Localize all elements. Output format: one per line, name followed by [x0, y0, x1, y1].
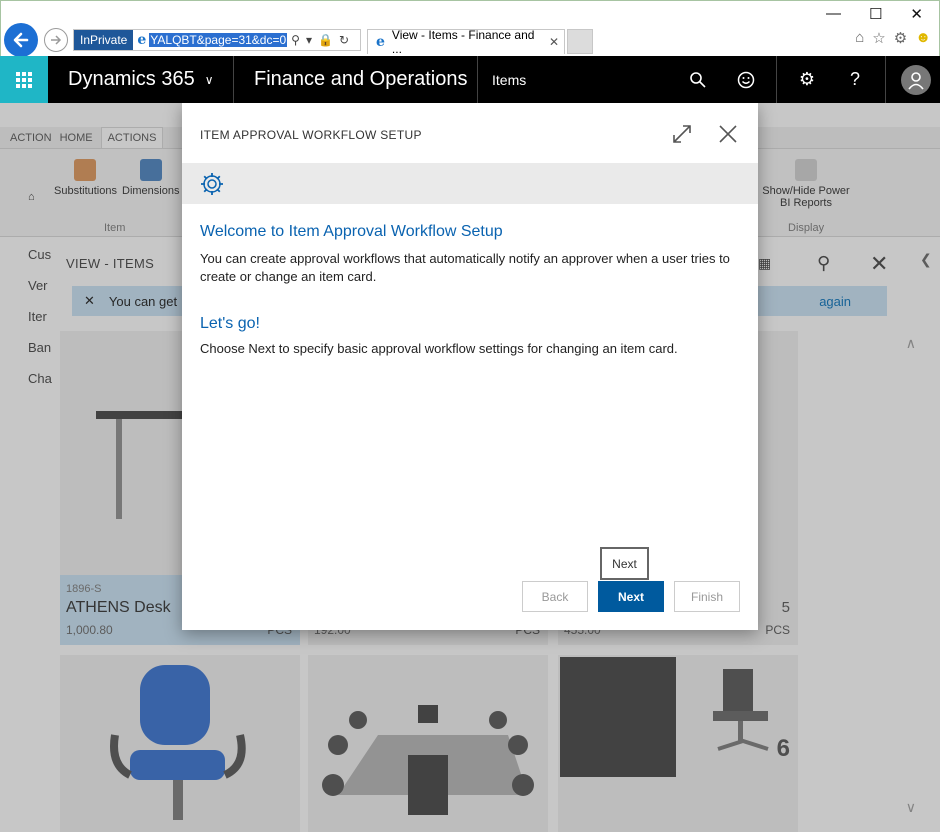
settings-gear-icon[interactable]: ⚙	[894, 29, 907, 47]
arrow-left-icon	[13, 32, 29, 48]
tab-title: View - Items - Finance and ...	[391, 28, 535, 56]
brand-label: Dynamics 365	[68, 68, 195, 90]
favorites-icon[interactable]: ☆	[872, 29, 885, 47]
module-title: Finance and Operations	[234, 56, 478, 103]
window-controls: — ☐ ✕	[826, 5, 923, 23]
gear-icon: ⚙	[798, 69, 816, 89]
refresh-icon[interactable]: ↻	[339, 33, 349, 47]
app-navbar: Dynamics 365 ∨ Finance and Operations It…	[0, 56, 940, 103]
inprivate-badge: InPrivate	[74, 30, 134, 50]
close-icon[interactable]	[716, 122, 740, 146]
close-window-icon[interactable]: ✕	[910, 5, 923, 23]
dropdown-icon[interactable]: ▾	[306, 33, 312, 47]
maximize-icon[interactable]: ☐	[869, 5, 882, 23]
next-button[interactable]: Next	[598, 581, 664, 612]
home-icon[interactable]: ⌂	[855, 29, 864, 47]
gear-icon	[201, 172, 223, 195]
app-launcher-button[interactable]	[0, 56, 48, 103]
ie-icon: e	[137, 32, 147, 48]
finish-button[interactable]: Finish	[674, 581, 740, 612]
browser-tab[interactable]: e View - Items - Finance and ... ✕	[367, 28, 565, 56]
person-icon	[908, 71, 924, 90]
user-avatar[interactable]	[901, 64, 931, 95]
next-tooltip: Next	[600, 547, 649, 580]
forward-button[interactable]	[44, 28, 68, 52]
search-icon[interactable]: ⚲	[291, 33, 300, 47]
smiley-icon[interactable]: ☻	[915, 29, 931, 47]
welcome-description: You can create approval workflows that a…	[200, 251, 730, 284]
settings-button[interactable]: ⚙	[783, 56, 831, 103]
smiley-icon	[737, 71, 755, 88]
lock-icon[interactable]: 🔒	[318, 33, 333, 47]
search-icon	[690, 71, 706, 88]
feedback-button[interactable]	[722, 56, 770, 103]
help-icon: ?	[849, 69, 860, 89]
letsgo-description: Choose Next to specify basic approval wo…	[200, 341, 678, 356]
letsgo-heading: Let's go!	[200, 315, 260, 332]
browser-chrome: — ☐ ✕ InPrivate e YALQBT&page=31&dc=0 ⚲ …	[0, 0, 940, 57]
url-text[interactable]: YALQBT&page=31&dc=0	[149, 33, 288, 47]
ie-tab-icon: e	[376, 34, 385, 50]
dialog-title: ITEM APPROVAL WORKFLOW SETUP	[200, 128, 422, 142]
page-breadcrumb[interactable]: Items	[478, 72, 674, 88]
help-button[interactable]: ?	[831, 56, 879, 103]
back-button[interactable]	[4, 23, 38, 57]
brand-menu[interactable]: Dynamics 365 ∨	[48, 56, 234, 103]
expand-icon[interactable]	[670, 122, 694, 146]
new-tab-button[interactable]	[567, 29, 593, 54]
address-bar[interactable]: InPrivate e YALQBT&page=31&dc=0 ⚲ ▾ 🔒 ↻	[73, 29, 361, 51]
close-tab-icon[interactable]: ✕	[549, 35, 559, 49]
browser-toolbar: ⌂ ☆ ⚙ ☻	[855, 29, 931, 47]
arrow-right-icon	[51, 35, 62, 45]
chevron-down-icon: ∨	[204, 72, 214, 87]
minimize-icon[interactable]: —	[826, 5, 841, 23]
waffle-icon	[16, 71, 32, 88]
search-button[interactable]	[674, 56, 722, 103]
welcome-heading: Welcome to Item Approval Workflow Setup	[200, 223, 503, 240]
back-button[interactable]: Back	[522, 581, 588, 612]
dialog-icon-band	[182, 163, 758, 204]
workflow-setup-dialog: ITEM APPROVAL WORKFLOW SETUP Welcome to …	[182, 103, 758, 630]
